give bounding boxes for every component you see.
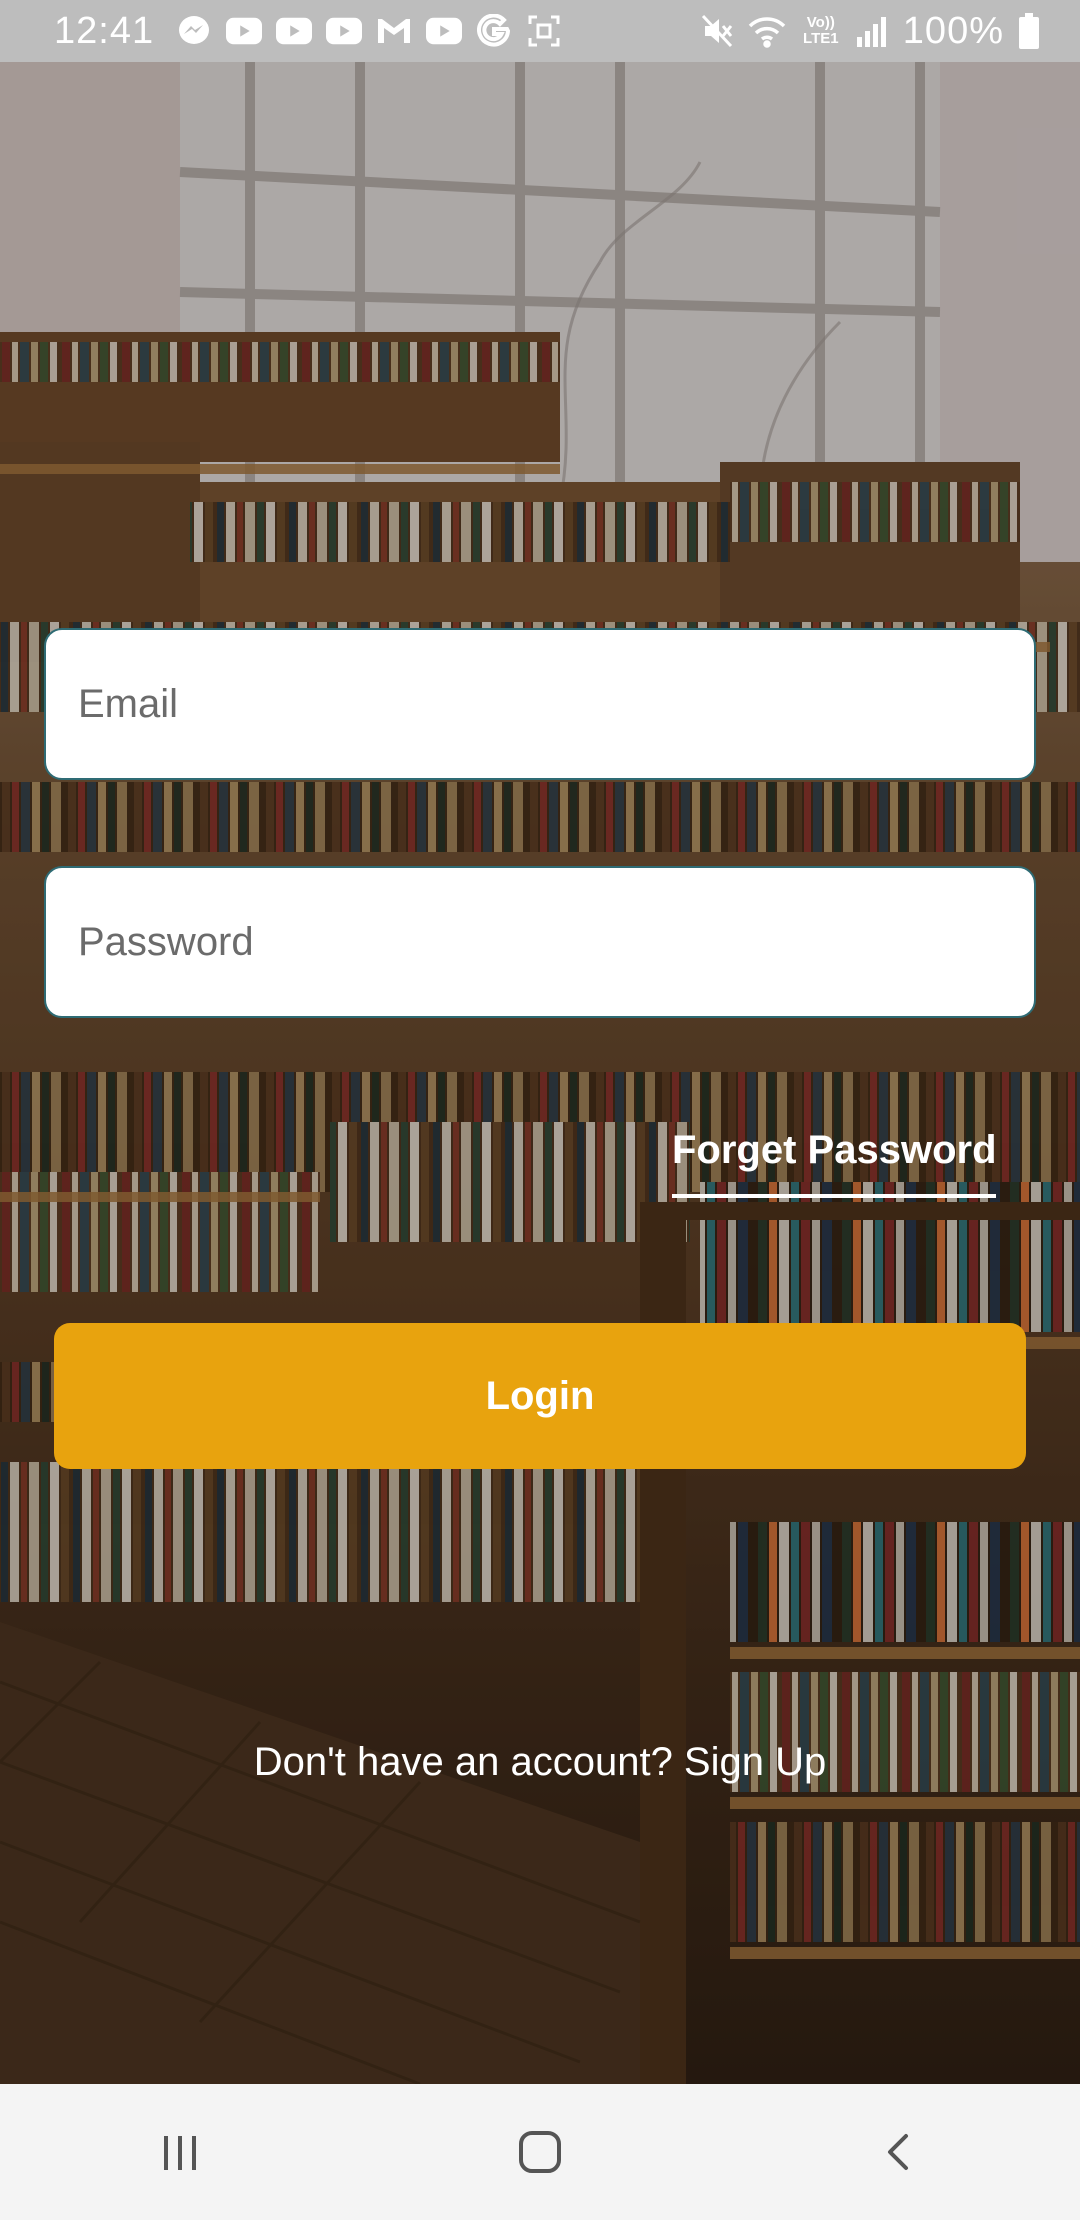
forget-password-link[interactable]: Forget Password	[672, 1122, 997, 1198]
back-icon[interactable]	[840, 2102, 960, 2202]
login-screen: 12:41 Vo)) LTE1 100% Email Forget Passwo…	[0, 0, 1080, 2220]
recent-apps-icon[interactable]	[120, 2102, 240, 2202]
home-icon[interactable]	[480, 2102, 600, 2202]
email-field[interactable]	[44, 628, 1036, 780]
wifi-icon	[747, 13, 787, 49]
notification-icons	[176, 13, 562, 49]
youtube-icon	[276, 13, 313, 49]
volte-label: Vo)) LTE1	[803, 14, 839, 47]
screenshot-icon	[526, 13, 562, 49]
status-bar: 12:41 Vo)) LTE1 100%	[0, 0, 1080, 62]
mute-icon	[701, 13, 733, 49]
google-icon	[476, 13, 512, 49]
signup-prompt-text: Don't have an account?	[253, 1740, 684, 1784]
signup-prompt-row: Don't have an account? Sign Up	[0, 1740, 1080, 1785]
system-icons: Vo)) LTE1 100%	[701, 10, 1040, 53]
youtube-icon	[426, 13, 463, 49]
password-field[interactable]	[44, 866, 1036, 1018]
email-input[interactable]	[76, 680, 1034, 728]
status-time: 12:41	[54, 9, 155, 52]
password-input[interactable]	[76, 918, 1034, 966]
navigation-bar	[0, 2084, 1080, 2220]
volte-icon: Vo)) LTE1	[801, 13, 841, 49]
youtube-icon	[326, 13, 363, 49]
login-button[interactable]: Login	[54, 1323, 1026, 1469]
signal-icon	[855, 13, 889, 49]
signup-link[interactable]: Sign Up	[684, 1740, 826, 1784]
messenger-icon	[176, 13, 212, 49]
battery-percent: 100%	[902, 9, 1004, 52]
battery-icon	[1018, 13, 1040, 49]
youtube-icon	[226, 13, 263, 49]
gmail-icon	[376, 13, 412, 49]
